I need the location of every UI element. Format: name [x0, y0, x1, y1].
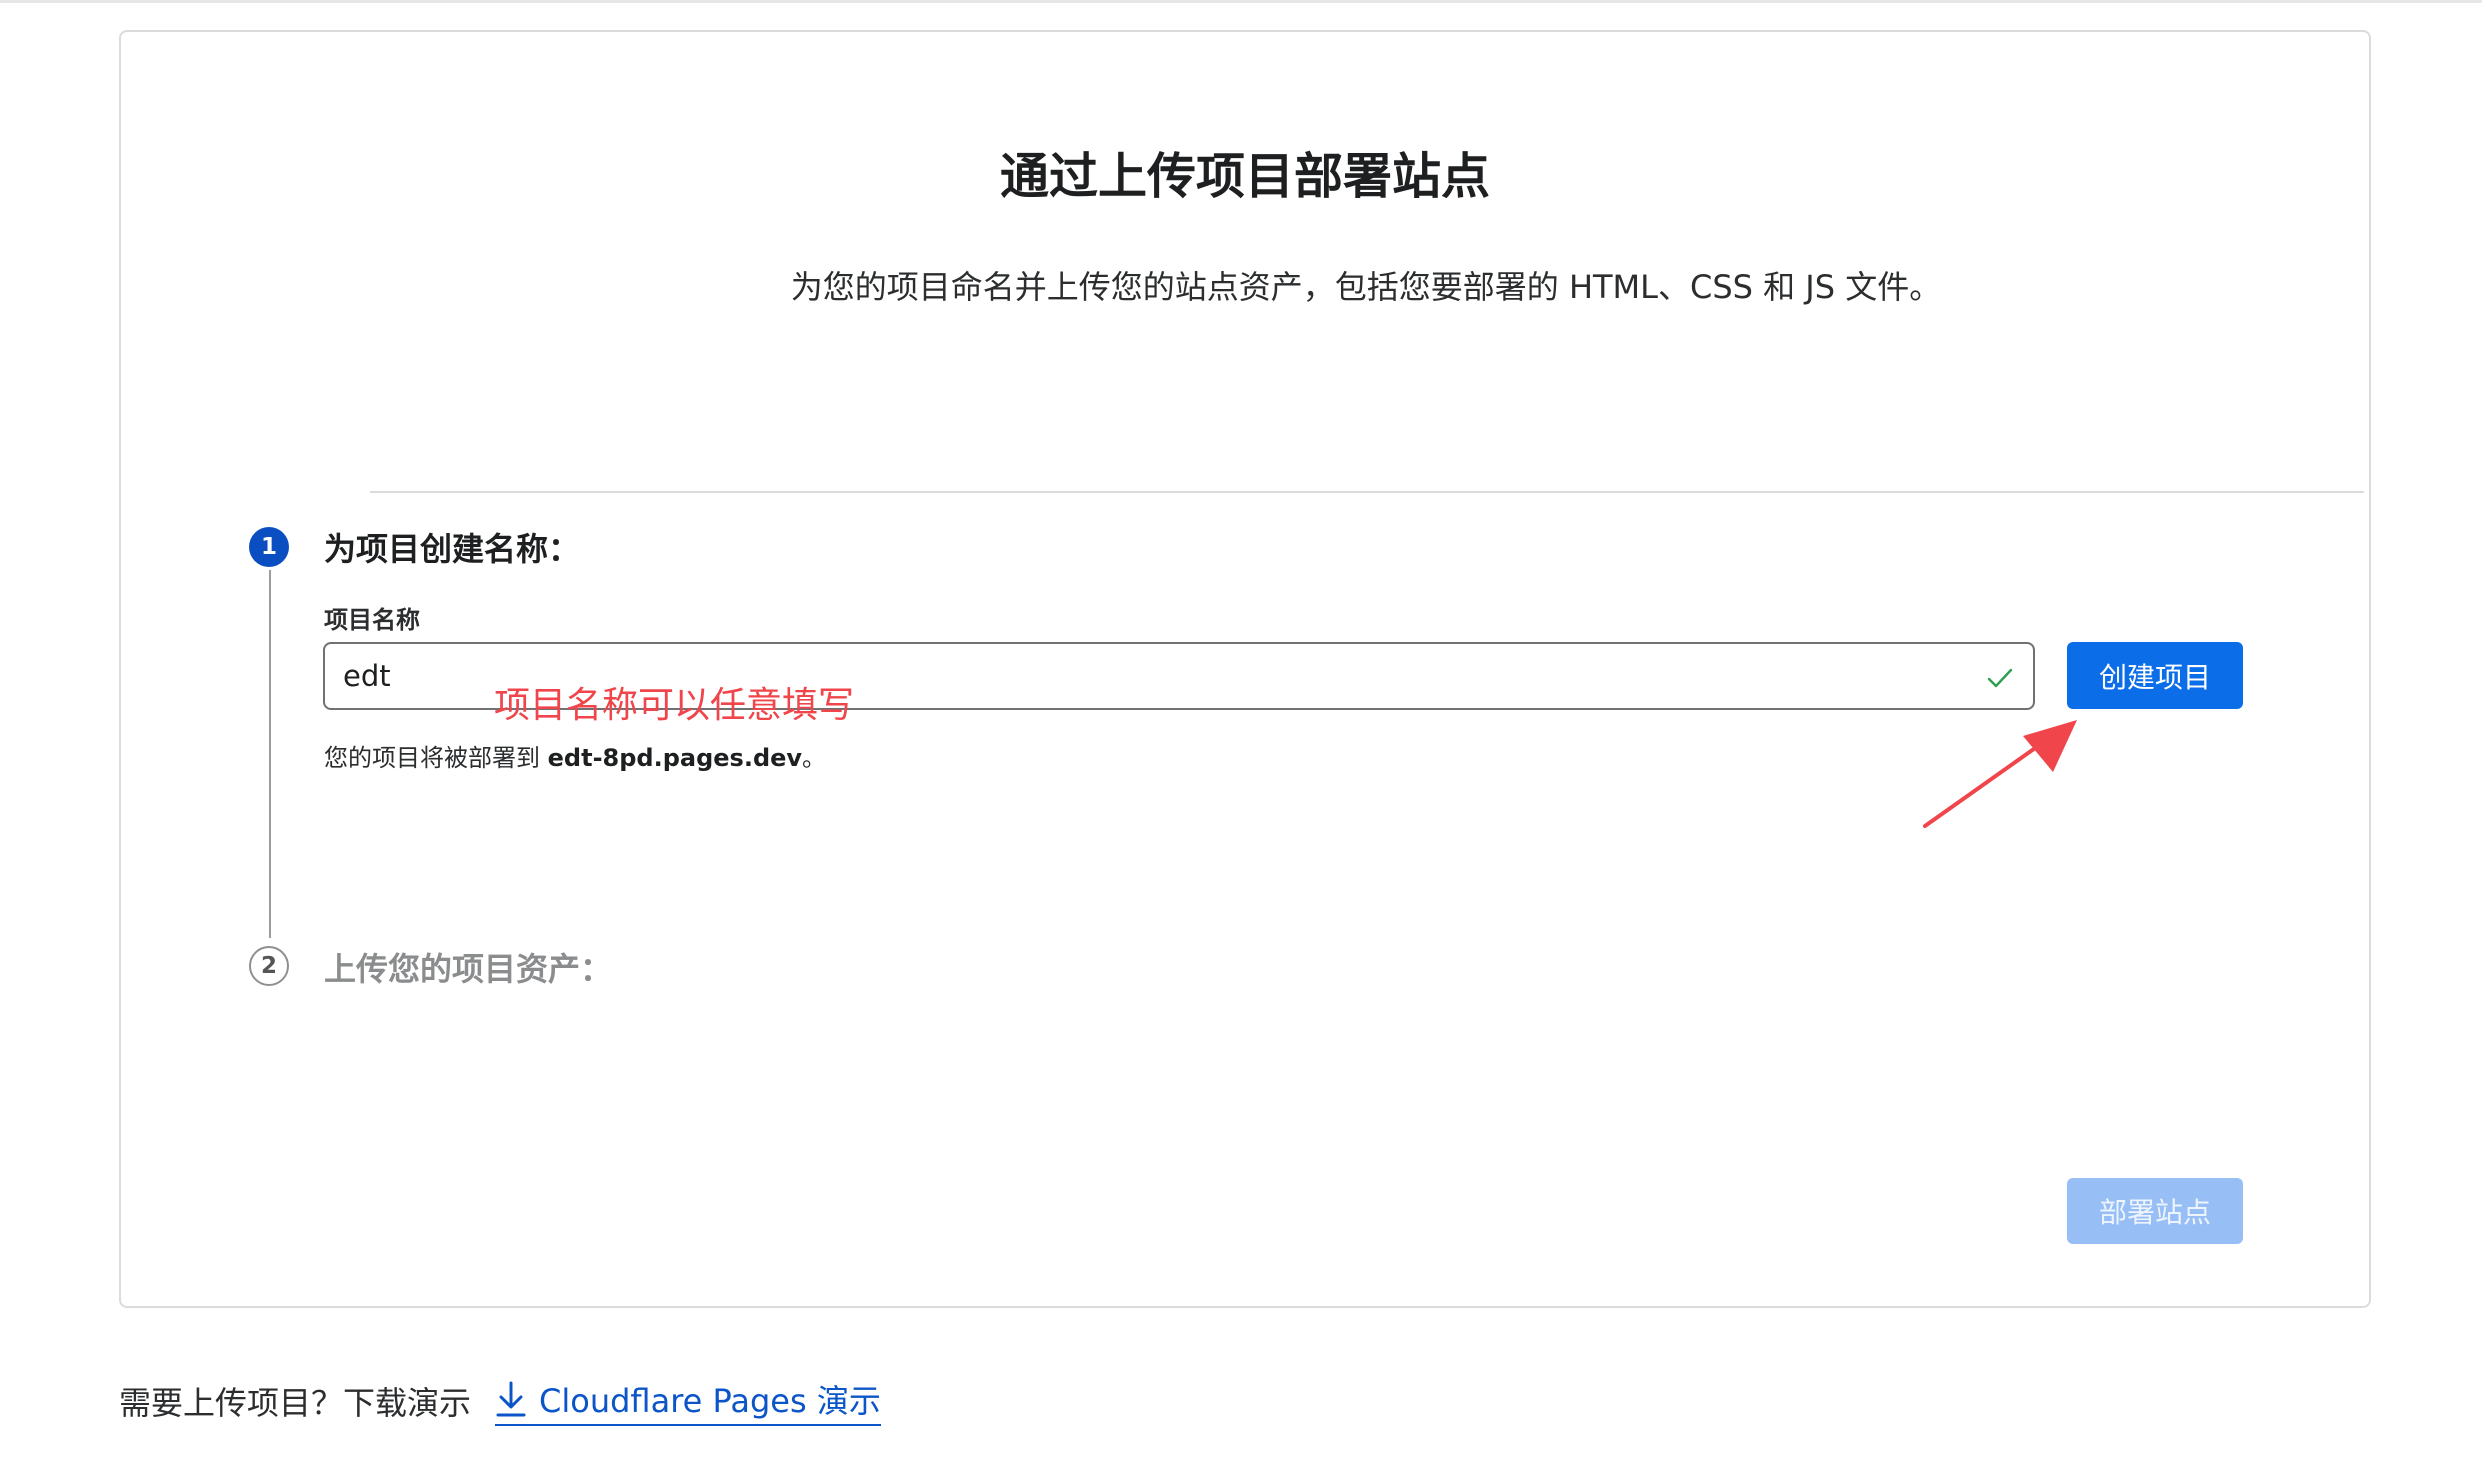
download-link-text: Cloudflare Pages 演示 — [539, 1382, 881, 1420]
footer-demo: 需要上传项目？下载演示 Cloudflare Pages 演示 — [119, 1376, 881, 1426]
step-1-title: 为项目创建名称： — [324, 530, 581, 568]
arrow-icon — [1923, 720, 2077, 828]
deploy-url-hint: 您的项目将被部署到 edt-8pd.pages.dev。 — [324, 738, 826, 773]
hint-suffix: 。 — [802, 744, 827, 772]
deploy-site-button[interactable]: 部署站点 — [2067, 1178, 2243, 1244]
footer-prompt: 需要上传项目？下载演示 — [119, 1384, 472, 1422]
top-border — [0, 0, 2482, 3]
create-project-button[interactable]: 创建项目 — [2067, 642, 2243, 709]
step-2-title: 上传您的项目资产： — [324, 950, 613, 988]
step-connector-line — [269, 570, 271, 938]
check-icon — [1987, 668, 2013, 688]
hint-prefix: 您的项目将被部署到 — [324, 744, 548, 772]
project-name-label: 项目名称 — [324, 606, 420, 634]
download-icon — [496, 1381, 526, 1417]
annotation-note: 项目名称可以任意填写 — [494, 685, 855, 726]
step-2-indicator: 2 — [249, 946, 289, 986]
divider — [370, 491, 2364, 493]
deploy-domain: edt-8pd.pages.dev — [547, 744, 803, 772]
step-1-indicator: 1 — [249, 527, 289, 567]
page-title: 通过上传项目部署站点 — [999, 148, 1490, 205]
page-description: 为您的项目命名并上传您的站点资产，包括您要部署的 HTML、CSS 和 JS 文… — [790, 268, 1942, 306]
download-demo-link[interactable]: Cloudflare Pages 演示 — [495, 1376, 881, 1426]
